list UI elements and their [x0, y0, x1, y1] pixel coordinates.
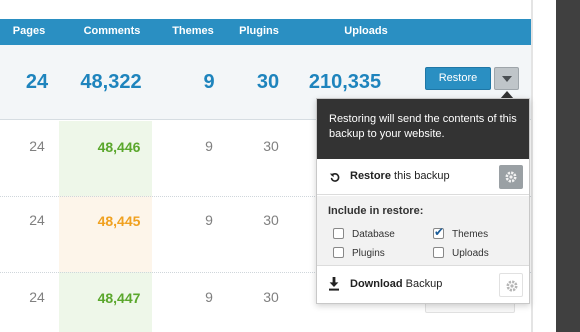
- backup-table-page: Pages Comments Themes Plugins Uploads 24…: [0, 0, 580, 332]
- include-in-restore: Include in restore: Database Themes Plug…: [317, 196, 529, 266]
- panel-divider: [531, 0, 533, 332]
- cell-plugins: 30: [263, 138, 279, 154]
- table-header: Pages Comments Themes Plugins Uploads: [0, 19, 531, 45]
- download-icon: [329, 277, 339, 291]
- cell-comments: 48,447: [97, 290, 141, 306]
- option-uploads[interactable]: Uploads: [433, 247, 489, 259]
- summary-plugins: 30: [256, 71, 280, 93]
- comments-cell-bg: [59, 121, 152, 196]
- checkbox-themes[interactable]: [433, 225, 444, 239]
- cell-plugins: 30: [263, 212, 279, 228]
- cell-pages: 24: [29, 289, 45, 305]
- download-backup-label: Download Backup: [350, 278, 443, 290]
- cell-plugins: 30: [263, 289, 279, 305]
- checkbox-plugins[interactable]: [333, 247, 344, 258]
- checkbox-uploads[interactable]: [433, 247, 444, 258]
- checkbox-database[interactable]: [333, 228, 344, 239]
- summary-comments: 48,322: [80, 71, 142, 93]
- download-settings-button[interactable]: [499, 273, 523, 297]
- restore-backup-option[interactable]: Restore this backup: [317, 159, 529, 195]
- restore-button[interactable]: Restore: [425, 67, 491, 90]
- restore-options-toggle[interactable]: [494, 67, 519, 90]
- option-themes[interactable]: Themes: [433, 225, 488, 240]
- header-uploads: Uploads: [344, 25, 388, 37]
- header-themes: Themes: [172, 25, 214, 37]
- header-pages: Pages: [12, 25, 46, 37]
- gear-icon: [506, 280, 518, 292]
- cell-themes: 9: [205, 138, 213, 154]
- cell-pages: 24: [29, 212, 45, 228]
- cell-themes: 9: [205, 212, 213, 228]
- restore-popover: Restoring will send the contents of this…: [316, 98, 530, 304]
- header-plugins: Plugins: [239, 25, 279, 37]
- cell-themes: 9: [205, 289, 213, 305]
- cell-comments: 48,445: [97, 213, 141, 229]
- header-comments: Comments: [83, 25, 141, 37]
- chevron-down-icon: [502, 76, 512, 82]
- download-backup-option[interactable]: Download Backup: [317, 267, 529, 303]
- undo-icon: [329, 173, 340, 182]
- option-plugins[interactable]: Plugins: [333, 247, 385, 259]
- restore-settings-button[interactable]: [499, 165, 523, 189]
- include-title: Include in restore:: [328, 205, 424, 217]
- side-panel: [556, 0, 580, 332]
- summary-uploads: 210,335: [308, 71, 382, 93]
- summary-pages: 24: [25, 71, 49, 93]
- restore-backup-label: Restore this backup: [350, 170, 450, 182]
- popover-message: Restoring will send the contents of this…: [317, 99, 529, 159]
- option-database[interactable]: Database: [333, 228, 395, 240]
- cell-comments: 48,446: [97, 139, 141, 155]
- gear-icon: [505, 171, 517, 183]
- cell-pages: 24: [29, 138, 45, 154]
- summary-themes: 9: [203, 71, 215, 93]
- comments-cell-bg: [59, 196, 152, 272]
